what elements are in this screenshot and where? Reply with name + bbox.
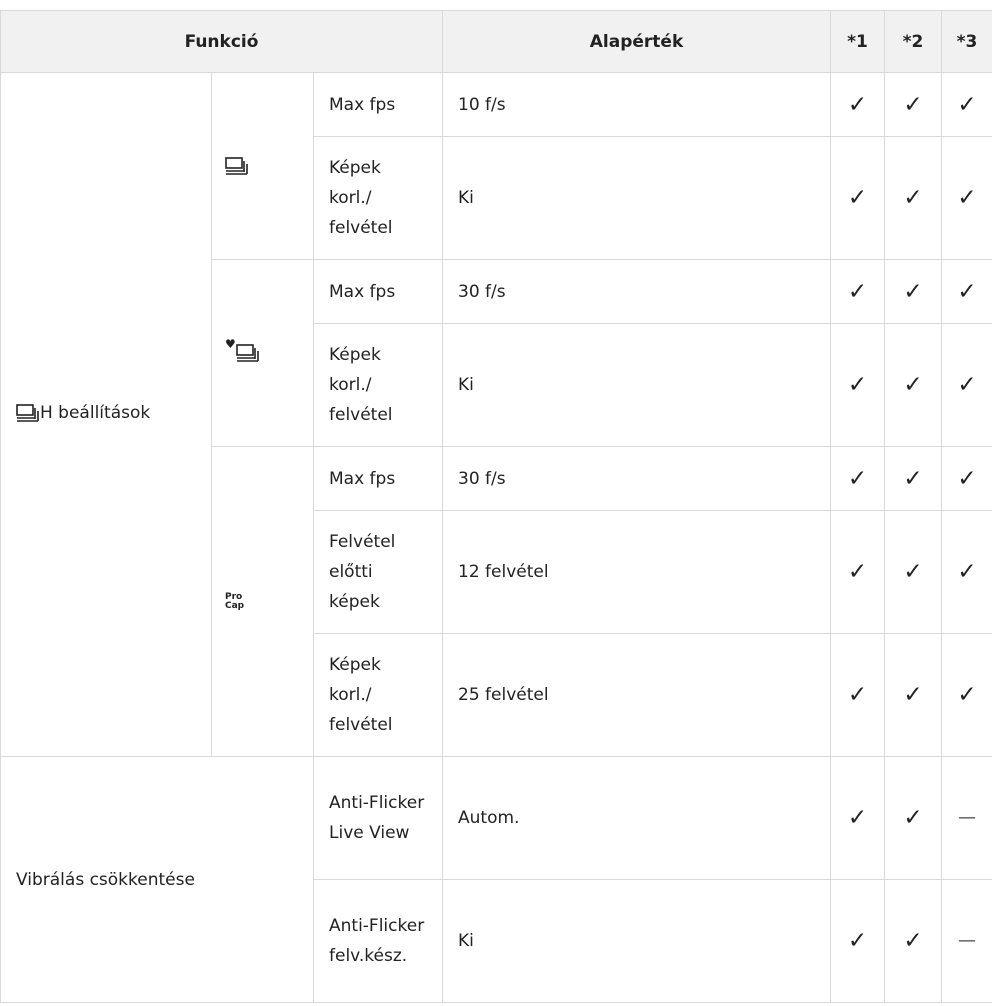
checkmark-icon: ✓ [884,879,943,1003]
header-alapertek: Alapérték [442,10,832,73]
checkmark-icon: ✓ [830,72,886,137]
checkmark-icon: ✓ [941,633,992,757]
checkmark-icon: ✓ [941,446,992,511]
table-header-row: Funkció Alapérték *1 *2 *3 [0,10,992,73]
setting-name: Max fps [312,259,444,324]
checkmark-icon: ✓ [830,136,886,260]
checkmark-icon: ✓ [884,259,943,324]
checkmark-icon: ✓ [884,323,943,447]
checkmark-icon: ✓ [941,259,992,324]
checkmark-icon: ✓ [941,323,992,447]
checkmark-icon: ✓ [830,259,886,324]
group-h-settings-label: H beállítások [40,402,151,423]
checkmark-icon: ✓ [830,510,886,634]
sequential-shooting-icon [16,403,39,422]
header-col1: *1 [830,10,886,73]
default-value: Ki [442,323,832,447]
dash-icon: — [941,879,992,1003]
default-value: Autom. [442,756,832,880]
checkmark-icon: ✓ [941,136,992,260]
setting-name: Anti-Flicker Live View [312,756,444,880]
group-h-settings: H beállítások [0,72,212,757]
checkmark-icon: ✓ [884,446,943,511]
checkmark-icon: ✓ [941,72,992,137]
table-row: H beállítások Max fps 10 f/s ✓ ✓ ✓ [0,72,992,757]
checkmark-icon: ✓ [830,633,886,757]
checkmark-icon: ✓ [884,756,943,880]
checkmark-icon: ✓ [830,879,886,1003]
header-funkcio: Funkció [0,10,444,73]
setting-name: Max fps [312,72,444,137]
default-value: 12 felvétel [442,510,832,634]
setting-name: Képek korl./ felvétel [312,323,444,447]
checkmark-icon: ✓ [884,633,943,757]
checkmark-icon: ✓ [884,510,943,634]
setting-name: Képek korl./ felvétel [312,633,444,757]
default-value: Ki [442,136,832,260]
default-value: 30 f/s [442,259,832,324]
setting-name: Felvétel előtti képek [312,510,444,634]
sequential-shooting-icon [225,157,248,175]
setting-name: Képek korl./ felvétel [312,136,444,260]
default-value: 10 f/s [442,72,832,137]
setting-name: Anti-Flicker felv.kész. [312,879,444,1003]
checkmark-icon: ✓ [941,510,992,634]
checkmark-icon: ✓ [830,756,886,880]
default-value: 25 felvétel [442,633,832,757]
default-value: 30 f/s [442,446,832,511]
subgroup-procap: Pro Cap [211,446,314,757]
default-value: Ki [442,879,832,1003]
subgroup-silent-burst: ♥ [211,259,314,447]
heart-icon: ♥ [225,337,236,351]
table-row: Vibrálás csökkentése Anti-Flicker Live V… [0,756,992,1003]
dash-icon: — [941,756,992,880]
subgroup-burst [211,72,314,260]
pro-capture-icon: Pro Cap [225,591,245,611]
silent-sequential-shooting-icon [235,344,259,362]
checkmark-icon: ✓ [830,323,886,447]
group-flicker: Vibrálás csökkentése [0,756,314,1003]
settings-table: Funkció Alapérték *1 *2 *3 H beállítások [0,10,992,1003]
header-col3: *3 [941,10,992,73]
header-col2: *2 [884,10,943,73]
setting-name: Max fps [312,446,444,511]
checkmark-icon: ✓ [884,136,943,260]
checkmark-icon: ✓ [830,446,886,511]
checkmark-icon: ✓ [884,72,943,137]
